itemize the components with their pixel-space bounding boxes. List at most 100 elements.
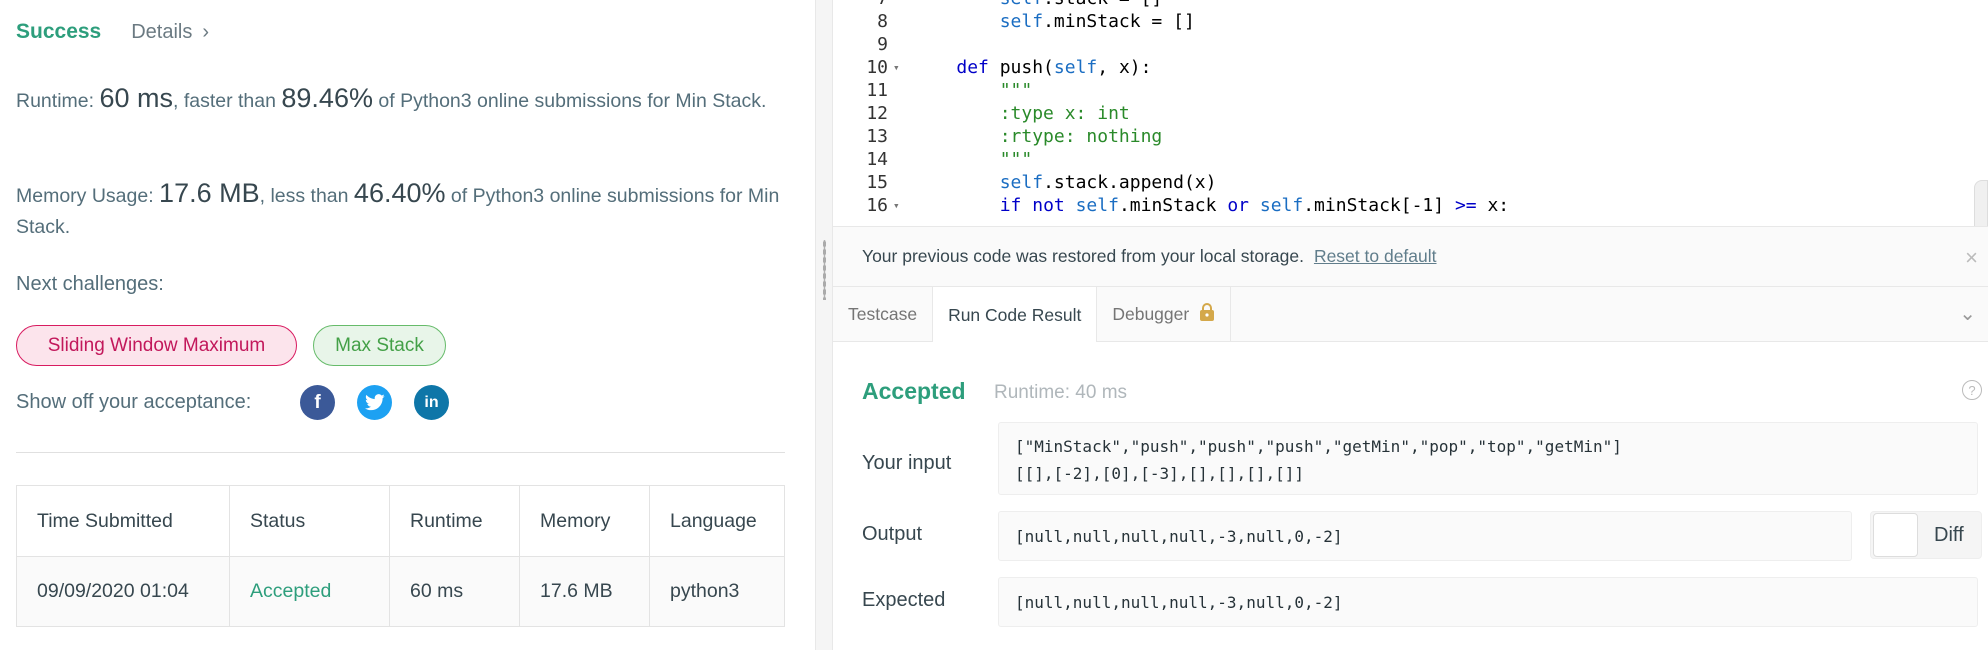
code-line: 16 ▾ if not self.minStack or self.minStac… <box>833 194 1988 217</box>
diff-label: Diff <box>1934 523 1964 546</box>
line-number: 10 <box>866 57 888 78</box>
restore-message: Your previous code was restored from you… <box>862 246 1304 266</box>
input-line-2: [[],[-2],[0],[-3],[],[],[],[]] <box>1015 464 1304 483</box>
tab-testcase[interactable]: Testcase <box>833 287 934 342</box>
runtime-mid: , faster than <box>172 90 282 112</box>
restore-notice: Your previous code was restored from you… <box>833 226 1988 287</box>
runtime-stat: Runtime: 60 ms, faster than 89.46% of Py… <box>16 83 786 117</box>
diff-toggle[interactable]: Diff <box>1870 511 1982 559</box>
cell-time-submitted: 09/09/2020 01:04 <box>16 556 230 627</box>
editor-panel: 7 self.stack = []8 self.minStack = []910… <box>833 0 1988 650</box>
divider <box>16 452 785 453</box>
result-status: Accepted <box>862 378 966 404</box>
line-number: 8 <box>877 11 888 32</box>
output-label: Output <box>862 523 923 545</box>
submissions-table: Time Submitted Status Runtime Memory Lan… <box>16 485 785 627</box>
code-line: 9 <box>833 33 1988 56</box>
code-editor[interactable]: 7 self.stack = []8 self.minStack = []910… <box>833 0 1988 226</box>
code-text: self.minStack = [] <box>999 11 1195 32</box>
input-label: Your input <box>862 452 952 474</box>
runtime-value: 60 ms <box>99 83 173 113</box>
code-text: if not self.minStack or self.minStack[-1… <box>999 195 1510 216</box>
col-memory: Memory <box>519 485 650 557</box>
line-number: 12 <box>866 103 888 124</box>
memory-label: Memory Usage: <box>16 185 160 207</box>
line-number: 14 <box>866 149 888 170</box>
details-link[interactable]: Details <box>131 21 192 44</box>
line-number: 15 <box>866 172 888 193</box>
table-row: 09/09/2020 01:04 Accepted 60 ms 17.6 MB … <box>16 556 785 627</box>
code-text: """ <box>999 80 1033 101</box>
code-line: 13 :rtype: nothing <box>833 125 1988 148</box>
input-line-1: ["MinStack","push","push","push","getMin… <box>1015 437 1622 456</box>
col-language: Language <box>649 485 785 557</box>
line-number: 13 <box>866 126 888 147</box>
panel-resize-handle[interactable] <box>815 0 833 650</box>
chevron-right-icon[interactable]: › <box>202 21 209 44</box>
cell-language: python3 <box>649 556 785 627</box>
cell-memory: 17.6 MB <box>519 556 650 627</box>
code-line: 7 self.stack = [] <box>833 0 1988 10</box>
runtime-label: Runtime: <box>16 90 100 112</box>
line-number: 7 <box>833 0 888 10</box>
next-challenges-label: Next challenges: <box>16 273 164 295</box>
line-number: 11 <box>866 80 888 101</box>
tab-testcase-label: Testcase <box>848 304 918 324</box>
twitter-bird-glyph <box>364 394 385 411</box>
reset-to-default-link[interactable]: Reset to default <box>1314 246 1437 267</box>
code-text: """ <box>999 149 1033 170</box>
lock-icon <box>1199 303 1215 326</box>
code-line: 14 """ <box>833 148 1988 171</box>
expected-box: [null,null,null,null,-3,null,0,-2] <box>998 577 1978 627</box>
show-off-label: Show off your acceptance: <box>16 391 252 413</box>
run-result: Accepted Runtime: 40 ms ? Your input ["M… <box>833 342 1988 650</box>
col-time-submitted: Time Submitted <box>16 485 230 557</box>
tab-run-code-result[interactable]: Run Code Result <box>933 287 1098 343</box>
fold-arrow-icon[interactable]: ▾ <box>893 194 900 217</box>
drag-handle-icon <box>823 240 826 300</box>
output-box: [null,null,null,null,-3,null,0,-2] <box>998 511 1852 561</box>
code-line: 12 :type x: int <box>833 102 1988 125</box>
submission-detail-panel: Success Details › Runtime: 60 ms, faster… <box>0 0 815 650</box>
code-line: 15 self.stack.append(x) <box>833 171 1988 194</box>
line-number: 9 <box>877 34 888 55</box>
code-text: :type x: int <box>999 103 1130 124</box>
close-icon[interactable]: × <box>1965 245 1978 271</box>
tab-debugger-label: Debugger <box>1112 304 1190 324</box>
tab-debugger[interactable]: Debugger <box>1097 287 1232 342</box>
twitter-icon[interactable] <box>357 385 392 420</box>
memory-stat: Memory Usage: 17.6 MB, less than 46.40% … <box>16 178 786 243</box>
code-text: self.stack.append(x) <box>999 172 1217 193</box>
input-box: ["MinStack","push","push","push","getMin… <box>998 422 1978 495</box>
cell-status-link[interactable]: Accepted <box>229 556 390 627</box>
lock-glyph <box>1200 303 1215 321</box>
chevron-down-icon[interactable]: ⌄ <box>1959 301 1976 326</box>
facebook-icon[interactable]: f <box>300 385 335 420</box>
code-line: 8 self.minStack = [] <box>833 10 1988 33</box>
runtime-percent: 89.46% <box>281 83 373 113</box>
tab-run-code-result-label: Run Code Result <box>948 304 1082 325</box>
code-text: :rtype: nothing <box>999 126 1163 147</box>
line-number: 16 <box>866 195 888 216</box>
col-runtime: Runtime <box>389 485 520 557</box>
code-text: def push(self, x): <box>956 57 1152 78</box>
expected-label: Expected <box>862 589 946 611</box>
code-text: self.stack = [] <box>913 0 1163 10</box>
runtime-tail: of Python3 online submissions for Min St… <box>372 90 767 112</box>
code-line: 10 ▾ def push(self, x): <box>833 56 1988 79</box>
fold-arrow-icon[interactable]: ▾ <box>893 56 900 79</box>
help-icon[interactable]: ? <box>1962 380 1982 400</box>
challenge-sliding-window-maximum[interactable]: Sliding Window Maximum <box>16 325 297 366</box>
memory-value: 17.6 MB <box>159 178 260 208</box>
cell-runtime: 60 ms <box>389 556 520 627</box>
col-status: Status <box>229 485 390 557</box>
challenge-max-stack[interactable]: Max Stack <box>313 325 446 366</box>
linkedin-icon[interactable]: in <box>414 385 449 420</box>
console-tabs: Testcase Run Code Result Debugger ⌄ <box>833 287 1988 343</box>
toggle-knob <box>1873 513 1918 557</box>
result-runtime: Runtime: 40 ms <box>994 382 1128 403</box>
memory-percent: 46.40% <box>353 178 446 208</box>
code-line: 11 """ <box>833 79 1988 102</box>
status-success: Success <box>16 20 102 43</box>
result-header: Success Details › <box>16 20 209 44</box>
